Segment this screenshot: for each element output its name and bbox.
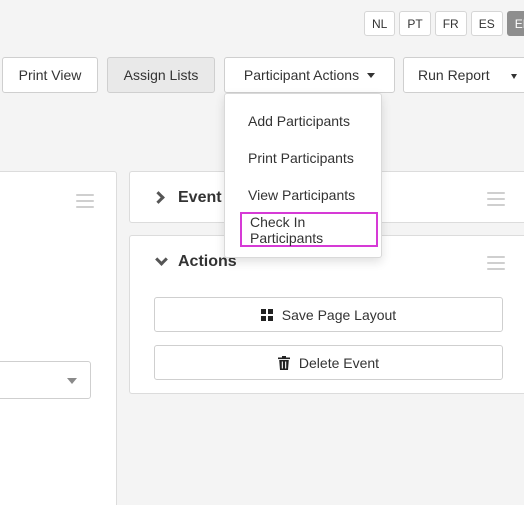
print-view-button[interactable]: Print View <box>2 57 98 93</box>
hamburger-icon[interactable] <box>76 194 94 208</box>
menu-item-print-participants[interactable]: Print Participants <box>225 143 381 173</box>
menu-item-view-participants[interactable]: View Participants <box>225 180 381 210</box>
event-panel-title[interactable]: Event <box>178 189 222 207</box>
lang-button-fr[interactable]: FR <box>434 11 467 36</box>
menu-item-check-in-participants[interactable]: Check In Participants <box>240 212 378 247</box>
select-dropdown[interactable] <box>0 361 91 399</box>
run-report-button[interactable]: Run Report <box>403 57 524 93</box>
participant-actions-button[interactable]: Participant Actions <box>224 57 395 93</box>
caret-down-icon <box>511 74 517 79</box>
chevron-down-icon[interactable] <box>155 253 168 266</box>
lang-button-es[interactable]: ES <box>470 11 503 36</box>
hamburger-icon[interactable] <box>487 192 505 206</box>
participant-actions-label: Participant Actions <box>243 67 360 83</box>
delete-event-label: Delete Event <box>298 354 380 371</box>
lang-button-nl[interactable]: NL <box>364 11 396 36</box>
hamburger-icon[interactable] <box>487 256 505 270</box>
run-report-label: Run Report <box>418 67 490 83</box>
delete-event-button[interactable]: Delete Event <box>154 345 503 380</box>
participant-actions-menu: Add Participants Print Participants View… <box>224 93 382 258</box>
menu-item-add-participants[interactable]: Add Participants <box>225 106 381 136</box>
left-panel <box>0 171 117 505</box>
chevron-down-icon <box>67 378 77 384</box>
trash-icon <box>277 355 290 370</box>
lang-button-en[interactable]: EN <box>506 11 524 36</box>
lang-button-pt[interactable]: PT <box>399 11 431 36</box>
save-page-layout-button[interactable]: Save Page Layout <box>154 297 503 332</box>
grid-icon <box>260 308 273 321</box>
save-page-layout-label: Save Page Layout <box>281 306 397 323</box>
caret-down-icon <box>367 72 376 78</box>
language-switcher: NL PT FR ES EN <box>364 11 524 36</box>
assign-lists-button[interactable]: Assign Lists <box>107 57 215 93</box>
chevron-right-icon[interactable] <box>152 191 165 204</box>
